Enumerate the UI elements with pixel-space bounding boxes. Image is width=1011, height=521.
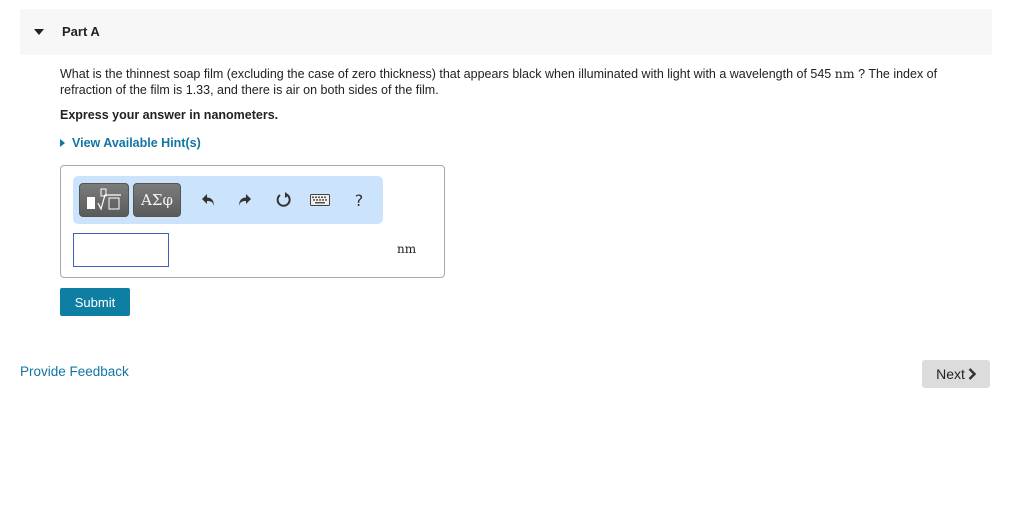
provide-feedback-link[interactable]: Provide Feedback (20, 364, 129, 379)
next-button[interactable]: Next (922, 360, 990, 388)
answer-input[interactable] (73, 233, 169, 267)
keyboard-button[interactable] (309, 190, 331, 210)
question-text-before: What is the thinnest soap film (excludin… (60, 67, 835, 81)
undo-button[interactable] (198, 190, 220, 210)
chevron-right-icon (968, 368, 976, 380)
redo-button[interactable] (233, 190, 255, 210)
view-hints-label: View Available Hint(s) (72, 136, 201, 150)
symbols-button[interactable]: ΑΣφ (133, 183, 181, 217)
undo-icon (202, 194, 214, 206)
redo-icon (239, 194, 251, 206)
caret-down-icon[interactable] (34, 29, 44, 35)
submit-button[interactable]: Submit (60, 288, 130, 316)
question-text: What is the thinnest soap film (excludin… (60, 66, 990, 98)
help-button[interactable]: ? (348, 190, 370, 210)
answer-box: ΑΣφ ? nm (60, 165, 445, 278)
part-header[interactable] (20, 9, 992, 55)
keyboard-icon (310, 194, 330, 206)
question-unit: nm (834, 66, 855, 81)
answer-instruction: Express your answer in nanometers. (60, 108, 279, 122)
templates-icon (87, 188, 121, 211)
answer-unit: nm (397, 242, 417, 256)
math-toolbar: ΑΣφ ? (73, 176, 383, 224)
templates-button[interactable] (79, 183, 129, 217)
caret-right-icon (60, 139, 65, 147)
next-label: Next (936, 366, 965, 382)
reset-icon (276, 192, 291, 207)
reset-button[interactable] (273, 190, 295, 210)
view-hints-link[interactable]: View Available Hint(s) (60, 136, 201, 150)
part-title: Part A (62, 24, 100, 39)
